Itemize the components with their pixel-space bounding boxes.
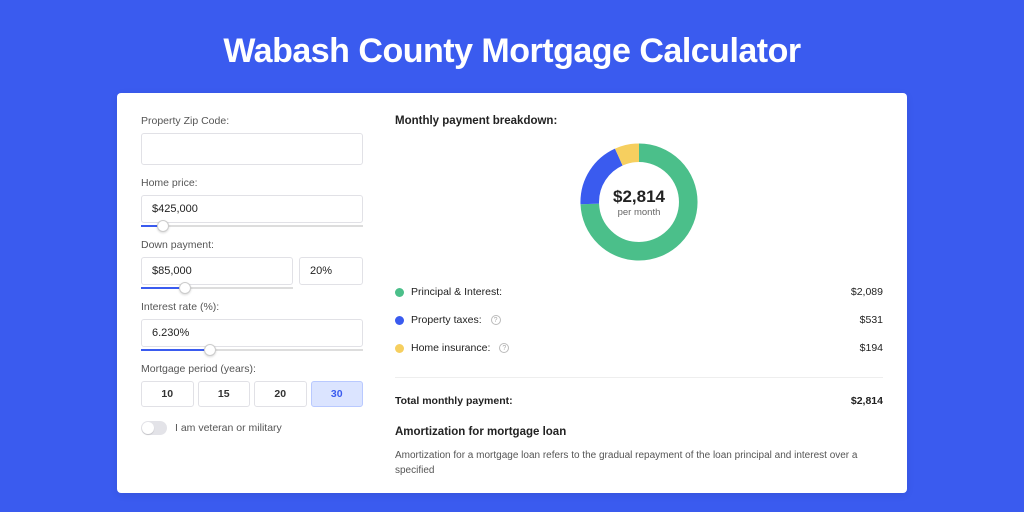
zip-input[interactable]: [141, 133, 363, 165]
interest-input[interactable]: [141, 319, 363, 347]
period-btn-15[interactable]: 15: [198, 381, 251, 407]
amortization-text: Amortization for a mortgage loan refers …: [395, 448, 883, 478]
total-value: $2,814: [851, 395, 883, 407]
interest-slider[interactable]: [141, 349, 363, 351]
down-payment-slider[interactable]: [141, 287, 293, 289]
down-payment-input[interactable]: [141, 257, 293, 285]
amortization-title: Amortization for mortgage loan: [395, 426, 883, 438]
calculator-card: Property Zip Code: Home price: Down paym…: [117, 93, 907, 493]
legend-value: $2,089: [851, 286, 883, 298]
down-payment-label: Down payment:: [141, 239, 363, 251]
breakdown-panel: Monthly payment breakdown: $2,814 per mo…: [377, 97, 907, 493]
period-btn-30[interactable]: 30: [311, 381, 364, 407]
donut-amount: $2,814: [613, 187, 665, 207]
dot-icon: [395, 316, 404, 325]
home-price-input[interactable]: [141, 195, 363, 223]
page-title: Wabash County Mortgage Calculator: [0, 0, 1024, 93]
legend-label: Property taxes:: [411, 314, 482, 326]
legend-label: Principal & Interest:: [411, 286, 502, 298]
legend-row-total: Total monthly payment: $2,814: [395, 392, 883, 410]
legend-value: $531: [860, 314, 883, 326]
home-price-slider[interactable]: [141, 225, 363, 227]
legend-label: Home insurance:: [411, 342, 490, 354]
period-button-group: 10 15 20 30: [141, 381, 363, 407]
interest-label: Interest rate (%):: [141, 301, 363, 313]
info-icon[interactable]: ?: [491, 315, 501, 325]
home-price-label: Home price:: [141, 177, 363, 189]
legend-row-principal: Principal & Interest: $2,089: [395, 283, 883, 301]
dot-icon: [395, 288, 404, 297]
legend-row-taxes: Property taxes: ? $531: [395, 311, 883, 329]
veteran-label: I am veteran or military: [175, 422, 282, 434]
divider: [395, 377, 883, 378]
legend-row-insurance: Home insurance: ? $194: [395, 339, 883, 357]
down-payment-pct-input[interactable]: [299, 257, 363, 285]
legend-value: $194: [860, 342, 883, 354]
form-panel: Property Zip Code: Home price: Down paym…: [117, 97, 377, 493]
total-label: Total monthly payment:: [395, 395, 513, 407]
breakdown-donut-chart: $2,814 per month: [574, 137, 704, 267]
donut-sub: per month: [618, 207, 661, 218]
veteran-toggle[interactable]: [141, 421, 167, 435]
period-label: Mortgage period (years):: [141, 363, 363, 375]
period-btn-10[interactable]: 10: [141, 381, 194, 407]
zip-label: Property Zip Code:: [141, 115, 363, 127]
breakdown-title: Monthly payment breakdown:: [395, 115, 883, 127]
period-btn-20[interactable]: 20: [254, 381, 307, 407]
dot-icon: [395, 344, 404, 353]
info-icon[interactable]: ?: [499, 343, 509, 353]
